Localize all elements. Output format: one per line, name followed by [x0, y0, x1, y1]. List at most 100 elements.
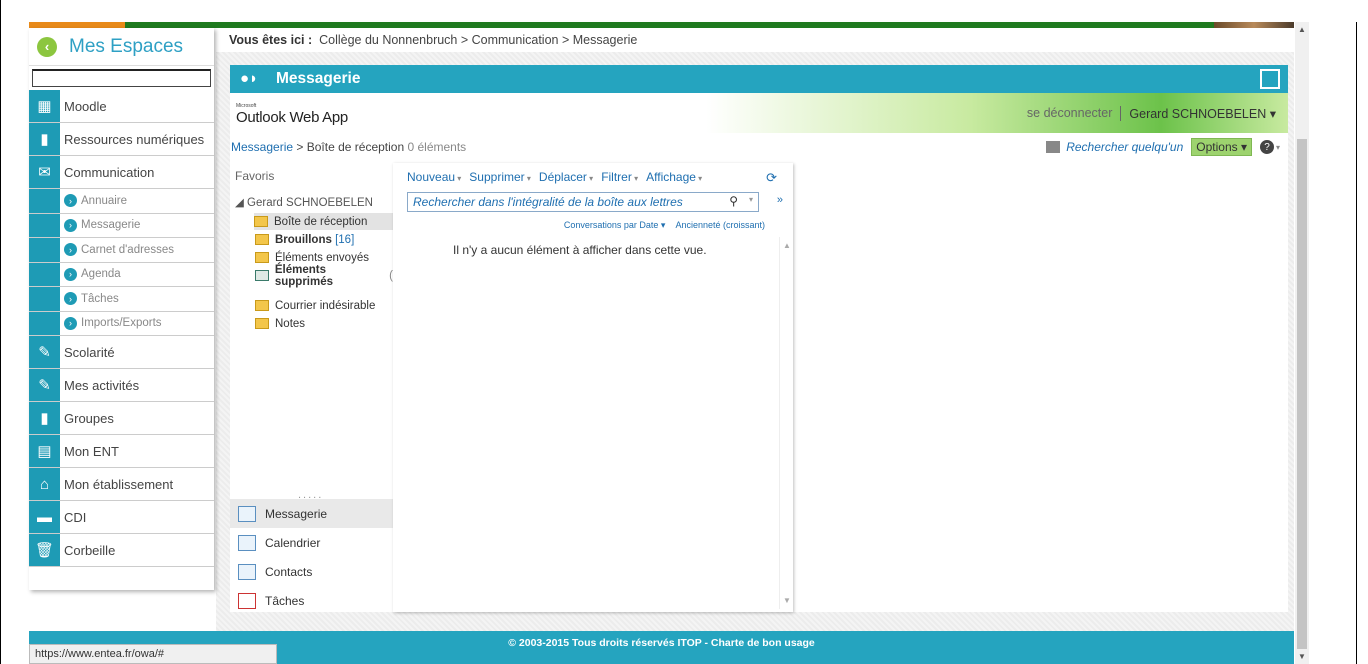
owa-logo: Microsoft Outlook Web App — [236, 103, 348, 126]
site-banner — [29, 22, 1294, 28]
sidebar: ‹ Mes Espaces ▦ Moodle ▮ Ressources numéri… — [29, 28, 214, 590]
book-icon: ▮ — [29, 123, 60, 155]
refresh-icon[interactable]: ⟳ — [766, 170, 777, 186]
breadcrumb: Vous êtes ici : Collège du Nonnenbruch >… — [229, 33, 638, 47]
sidebar-item-mon-ent[interactable]: ▤ Mon ENT — [29, 435, 214, 468]
arrow-right-icon: › — [64, 316, 77, 330]
sidebar-item-etablissement[interactable]: ⌂ Mon établissement — [29, 468, 214, 501]
delete-button[interactable]: Supprimer — [469, 170, 531, 184]
trash-icon: 🗑 — [29, 534, 60, 566]
find-person-link[interactable]: Rechercher quelqu'un — [1066, 140, 1183, 154]
recycle-icon — [255, 270, 269, 281]
sidebar-sub-imports[interactable]: › Imports/Exports — [29, 311, 214, 336]
mailbox-search-input[interactable]: Rechercher dans l'intégralité de la boît… — [407, 192, 759, 212]
sidebar-sub-annuaire[interactable]: › Annuaire — [29, 189, 214, 214]
sidebar-item-moodle[interactable]: ▦ Moodle — [29, 90, 214, 123]
arrow-right-icon: › — [64, 194, 77, 208]
owa-app: Microsoft Outlook Web App se déconnecter… — [230, 93, 1288, 612]
list-scrollbar[interactable]: ▲ ▼ — [779, 237, 793, 609]
status-url: https://www.entea.fr/owa/# — [29, 644, 277, 664]
sidebar-search-input[interactable] — [32, 69, 211, 87]
fullscreen-icon[interactable] — [1260, 69, 1280, 89]
folder-inbox[interactable]: Boîte de réception — [254, 213, 393, 230]
sidebar-sub-taches[interactable]: › Tâches — [29, 287, 214, 312]
sidebar-sub-carnet[interactable]: › Carnet d'adresses — [29, 238, 214, 263]
favorites-header[interactable]: Favoris — [235, 169, 274, 183]
arrow-right-icon: › — [64, 243, 77, 257]
mail-icon — [238, 505, 256, 522]
move-button[interactable]: Déplacer — [539, 170, 593, 184]
tasks-icon — [238, 592, 256, 609]
logout-link[interactable]: se déconnecter — [1027, 106, 1122, 121]
mail-icon: ✉ — [29, 156, 60, 188]
library-icon: ▬ — [29, 501, 60, 533]
notes-icon — [255, 318, 269, 329]
user-menu[interactable]: Gerard SCHNOEBELEN ▾ — [1129, 106, 1276, 121]
calendar-icon — [238, 534, 256, 551]
home-icon: ⌂ — [29, 468, 60, 500]
chevron-down-icon[interactable]: ▾ — [749, 195, 753, 204]
panel-header: ●◗ Messagerie — [230, 65, 1288, 93]
empty-message: Il n'y a aucun élément à afficher dans c… — [453, 243, 707, 257]
arrow-right-icon: › — [64, 267, 77, 281]
notebook-icon: ✎ — [29, 369, 60, 401]
book-icon: ▮ — [29, 402, 60, 434]
view-button[interactable]: Affichage — [646, 170, 702, 184]
help-icon[interactable]: ? — [1259, 140, 1274, 154]
panel-title: Messagerie — [276, 70, 361, 87]
owa-user-area: se déconnecter Gerard SCHNOEBELEN ▾ — [1027, 106, 1276, 121]
owa-header: Microsoft Outlook Web App se déconnecter… — [230, 93, 1288, 133]
sidebar-header: ‹ Mes Espaces — [29, 28, 214, 66]
folder-notes[interactable]: Notes — [255, 315, 305, 332]
owa-breadcrumb: Messagerie > Boîte de réception 0 élémen… — [231, 140, 467, 154]
sidebar-title: Mes Espaces — [69, 35, 184, 57]
toolbar: Nouveau Supprimer Déplacer Filtrer Affic… — [407, 170, 702, 184]
folder-drafts[interactable]: Brouillons [16] — [255, 231, 354, 248]
page-scrollbar[interactable]: ▲ ▼ — [1295, 22, 1309, 664]
folder-icon — [254, 216, 268, 227]
nav-contacts[interactable]: Contacts — [230, 557, 393, 586]
drafts-icon — [255, 234, 269, 245]
address-book-icon[interactable] — [1046, 141, 1061, 153]
sidebar-sub-messagerie[interactable]: › Messagerie — [29, 213, 214, 238]
new-button[interactable]: Nouveau — [407, 170, 461, 184]
sidebar-item-activites[interactable]: ✎ Mes activités — [29, 369, 214, 402]
sidebar-sub-agenda[interactable]: › Agenda — [29, 262, 214, 287]
crumb-folder: Boîte de réception — [306, 140, 405, 154]
users-icon: ●◗ — [240, 70, 259, 87]
browser-frame: ‹ Mes Espaces ▦ Moodle ▮ Ressources numéri… — [0, 0, 1368, 664]
account-node[interactable]: ◢ Gerard SCHNOEBELEN — [235, 195, 373, 209]
crumb-messagerie-link[interactable]: Messagerie — [231, 140, 293, 154]
junk-icon — [255, 300, 269, 311]
sidebar-item-corbeille[interactable]: 🗑 Corbeille — [29, 534, 214, 567]
window-edge — [1356, 22, 1357, 664]
search-icon[interactable]: ⚲ — [729, 194, 738, 208]
crumb-count: 0 éléments — [407, 140, 467, 154]
folder-deleted[interactable]: Éléments supprimés ( — [255, 264, 393, 288]
nav-messagerie[interactable]: Messagerie — [230, 499, 393, 528]
sort-by-dropdown[interactable]: Conversations par Date ▾ — [564, 220, 666, 231]
collapse-icon[interactable]: ‹ — [37, 36, 57, 57]
breadcrumb-path[interactable]: Collège du Nonnenbruch > Communication >… — [319, 33, 637, 47]
filter-button[interactable]: Filtrer — [601, 170, 638, 184]
layout-icon: ▤ — [29, 435, 60, 467]
notebook-icon: ✎ — [29, 336, 60, 368]
sort-order-link[interactable]: Ancienneté (croissant) — [675, 220, 765, 231]
folder-pane: Favoris ◢ Gerard SCHNOEBELEN Boîte de ré… — [230, 163, 393, 610]
sidebar-item-scolarite[interactable]: ✎ Scolarité — [29, 336, 214, 369]
expand-icon[interactable]: » — [777, 194, 783, 206]
sidebar-item-communication[interactable]: ✉ Communication — [29, 156, 214, 189]
arrow-right-icon: › — [64, 218, 77, 232]
sidebar-item-groupes[interactable]: ▮ Groupes — [29, 402, 214, 435]
sidebar-item-cdi[interactable]: ▬ CDI — [29, 501, 214, 534]
nav-calendrier[interactable]: Calendrier — [230, 528, 393, 557]
sidebar-item-ressources[interactable]: ▮ Ressources numériques — [29, 123, 214, 156]
options-button[interactable]: Options ▾ — [1191, 138, 1252, 156]
sort-row: Conversations par Date ▾ Ancienneté (cro… — [564, 220, 765, 231]
arrow-right-icon: › — [64, 292, 77, 306]
moodle-icon: ▦ — [29, 90, 60, 122]
nav-taches[interactable]: Tâches — [230, 586, 393, 615]
folder-junk[interactable]: Courrier indésirable — [255, 297, 375, 314]
sent-icon — [255, 252, 269, 263]
message-list-pane: Nouveau Supprimer Déplacer Filtrer Affic… — [393, 163, 793, 612]
